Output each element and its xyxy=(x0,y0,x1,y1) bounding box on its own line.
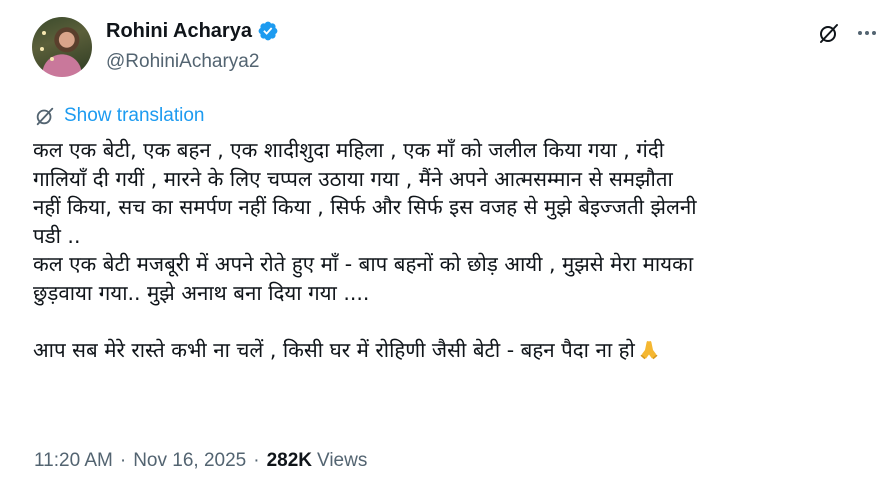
tweet-line-last: आप सब मेरे रास्ते कभी ना चलें , किसी घर … xyxy=(33,336,843,365)
tweet-line: छुड़वाया गया.. मुझे अनाथ बना दिया गया ..… xyxy=(33,280,370,305)
tweet-text: कल एक बेटी, एक बहन , एक शादीशुदा महिला ,… xyxy=(33,136,843,364)
grok-icon[interactable] xyxy=(817,21,841,45)
tweet-date[interactable]: Nov 16, 2025 xyxy=(133,450,246,472)
avatar-sparkle xyxy=(50,57,54,61)
show-translation-label[interactable]: Show translation xyxy=(64,105,204,127)
views-label[interactable]: Views xyxy=(317,450,367,472)
tweet-time[interactable]: 11:20 AM xyxy=(34,450,113,472)
avatar-sparkle xyxy=(42,31,46,35)
folded-hands-icon xyxy=(640,340,658,359)
meta-separator: · xyxy=(253,450,260,471)
tweet-line: पडी .. xyxy=(33,223,81,248)
avatar[interactable] xyxy=(32,17,92,77)
tweet-line: नहीं किया, सच का समर्पण नहीं किया , सिर्… xyxy=(33,195,697,219)
views-count[interactable]: 282K xyxy=(267,450,312,472)
more-options-icon[interactable] xyxy=(856,21,878,45)
tweet-line: आप सब मेरे रास्ते कभी ना चलें , किसी घर … xyxy=(33,337,635,362)
author-name[interactable]: Rohini Acharya xyxy=(106,20,252,43)
show-translation-link[interactable]: Show translation xyxy=(34,105,204,127)
tweet-meta: 11:20 AM · Nov 16, 2025 · 282K Views xyxy=(34,450,367,472)
translate-icon xyxy=(36,107,54,126)
tweet-blank-line xyxy=(33,307,843,336)
tweet-line: कल एक बेटी मजबूरी में अपने रोते हुए माँ … xyxy=(33,252,694,276)
tweet-line: कल एक बेटी, एक बहन , एक शादीशुदा महिला ,… xyxy=(33,138,665,162)
avatar-sparkle xyxy=(40,47,44,51)
author-handle[interactable]: @RohiniAcharya2 xyxy=(106,51,259,73)
verified-badge-icon xyxy=(258,21,278,41)
author-name-row[interactable]: Rohini Acharya xyxy=(106,18,279,44)
tweet-line: गालियाँ दी गयीं , मारने के लिए चप्पल उठा… xyxy=(33,166,673,191)
meta-separator: · xyxy=(119,450,127,471)
